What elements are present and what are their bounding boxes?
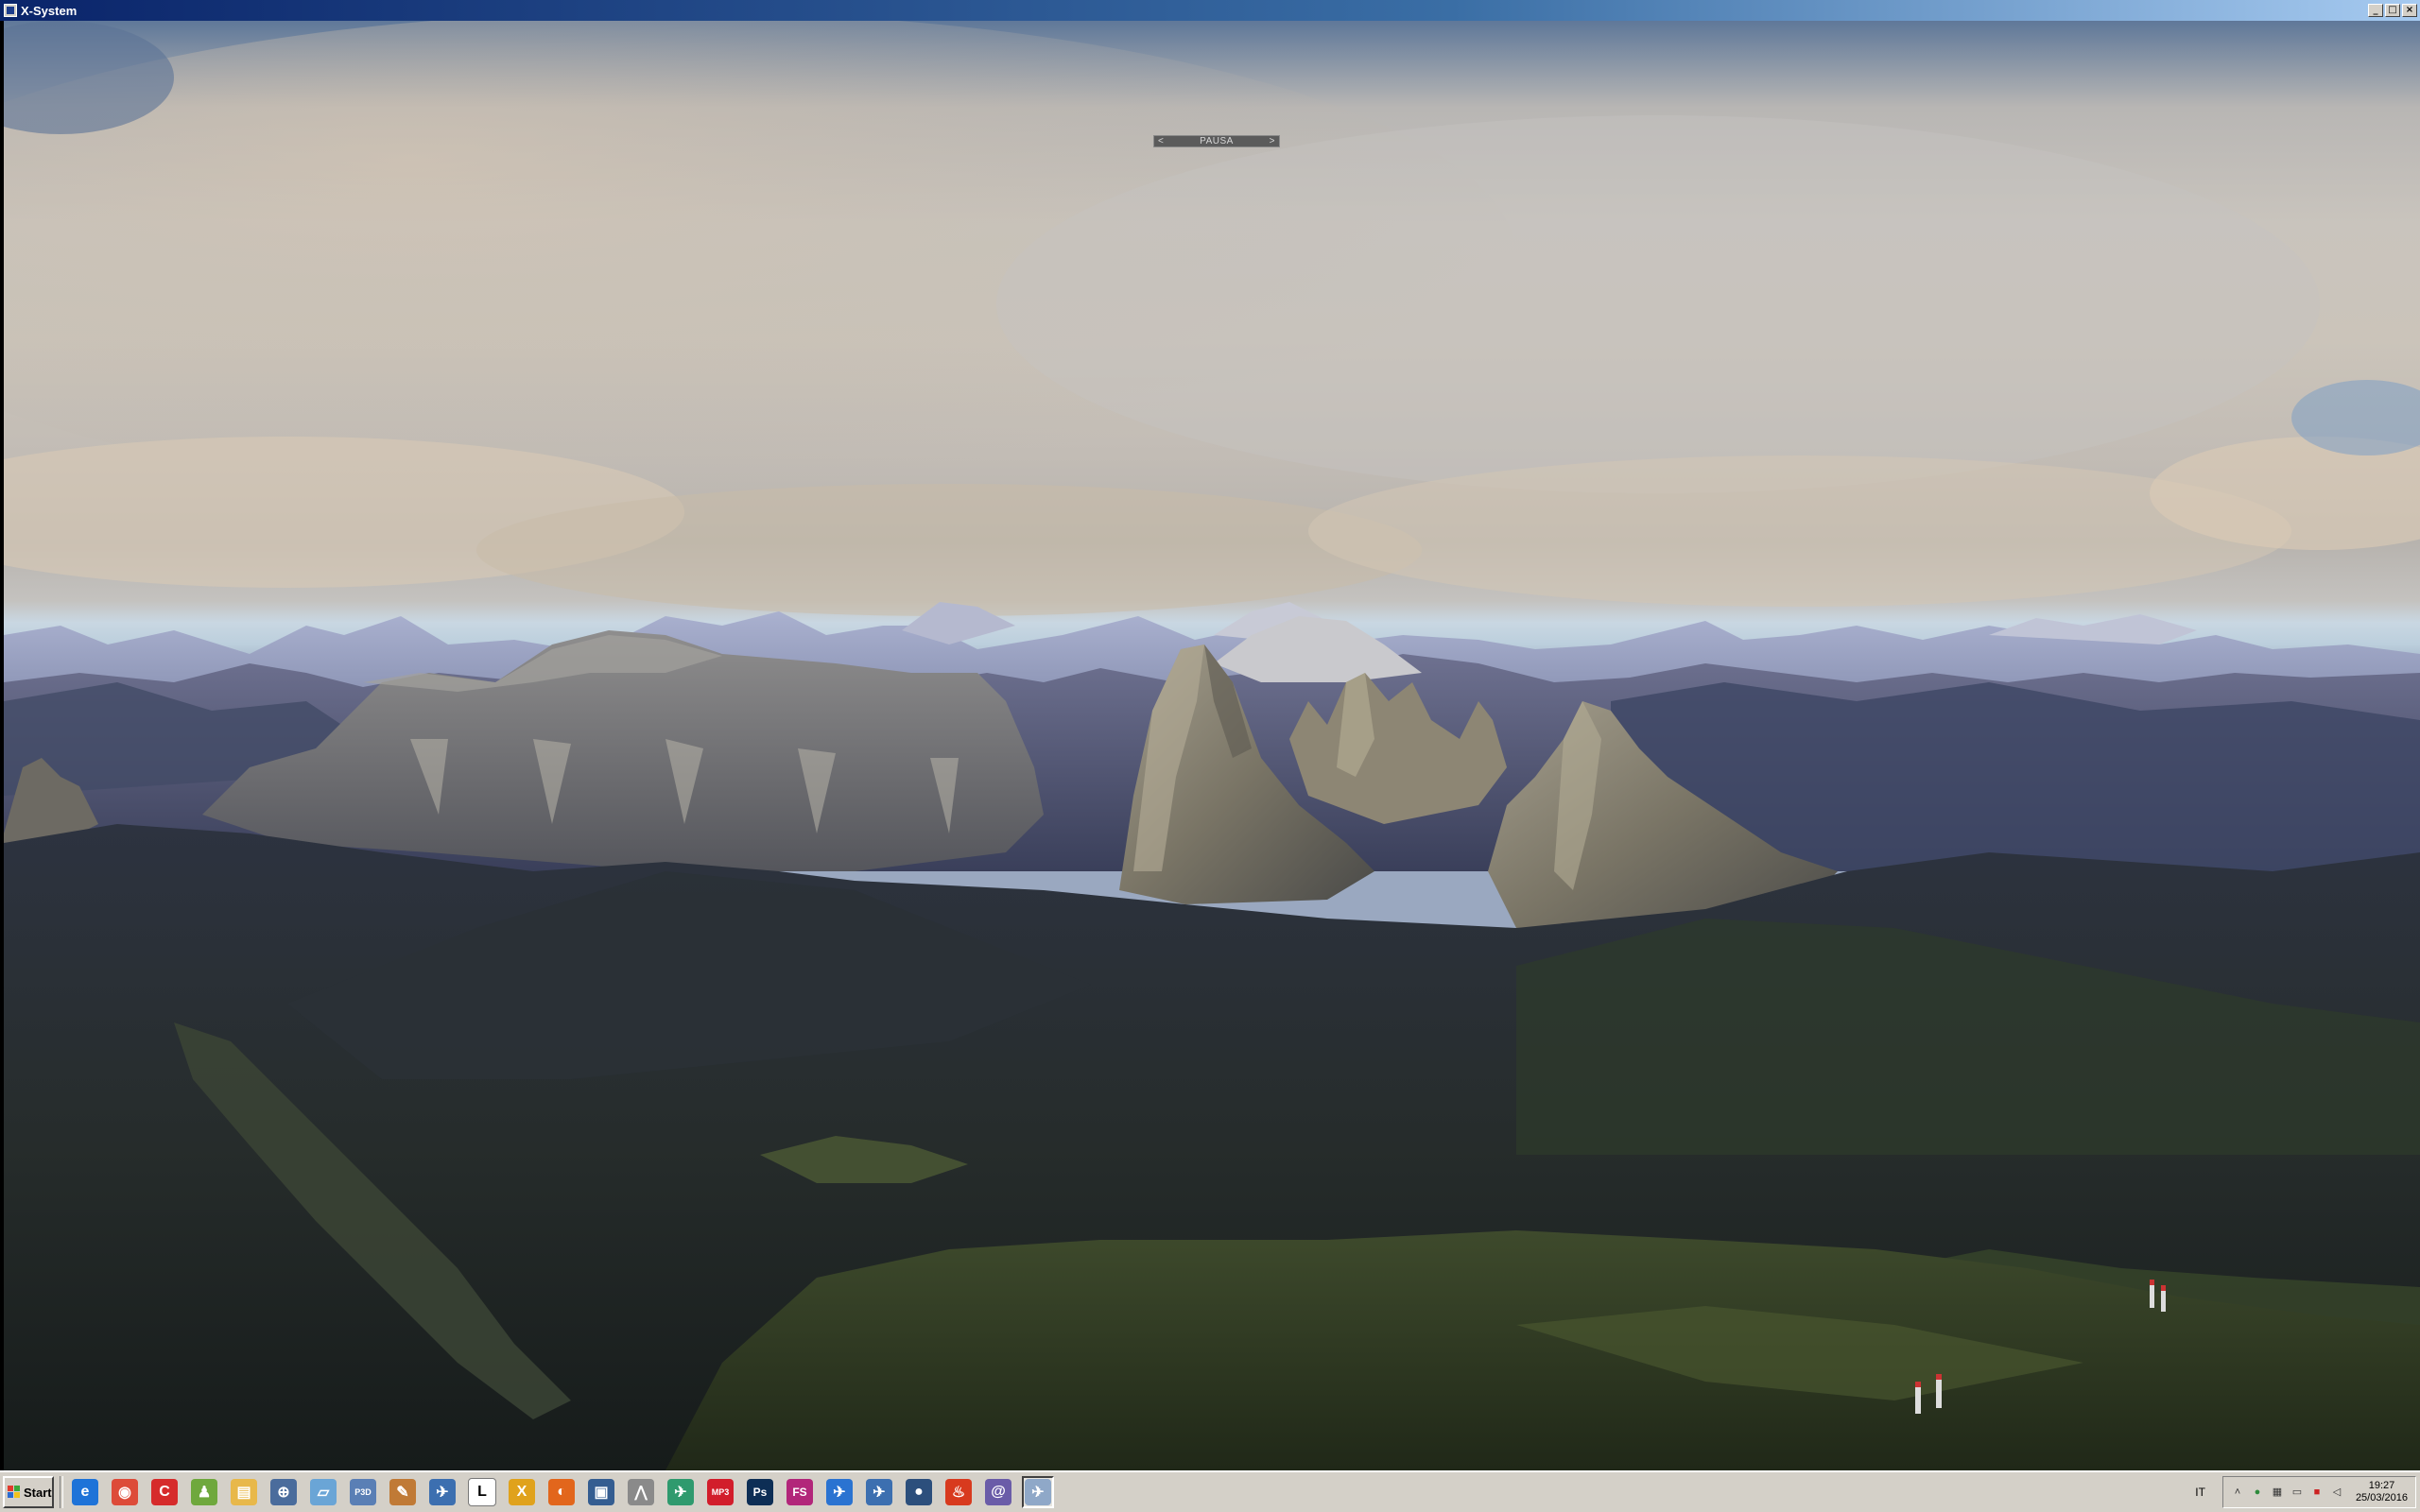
- paint-palette-icon-glyph: ✎: [389, 1479, 416, 1505]
- document-l-icon-glyph: L: [468, 1478, 496, 1506]
- clock-time: 19:27: [2368, 1480, 2395, 1491]
- pause-label: PAUSA: [1200, 136, 1234, 146]
- start-label: Start: [24, 1485, 52, 1500]
- window-title-bar[interactable]: X-System _ □ ×: [0, 0, 2420, 21]
- airplane-blue-icon-glyph: ✈: [826, 1479, 853, 1505]
- network-globe-icon[interactable]: ⊕: [268, 1476, 300, 1508]
- flame-icon[interactable]: ♨: [942, 1476, 975, 1508]
- android-icon-glyph: ♟: [191, 1479, 217, 1505]
- tool-icon-glyph: ⋀: [628, 1479, 654, 1505]
- p3d-icon[interactable]: P3D: [347, 1476, 379, 1508]
- swirl-icon[interactable]: @: [982, 1476, 1014, 1508]
- tray-monitor-icon[interactable]: ▭: [2290, 1486, 2304, 1499]
- mp3-icon[interactable]: MP3: [704, 1476, 736, 1508]
- p3d-icon-glyph: P3D: [350, 1479, 376, 1505]
- chrome-icon[interactable]: ◉: [109, 1476, 141, 1508]
- fs-icon[interactable]: FS: [784, 1476, 816, 1508]
- globe-icon-glyph: ●: [906, 1479, 932, 1505]
- aircraft-folder-2-icon[interactable]: ✈: [863, 1476, 895, 1508]
- quick-launch-bar: e ◉ C ♟ ▤ ⊕ ▱ P3D ✎ ✈ L X ◐ ▣ ⋀ ✈ MP3 Ps FS ✈ ✈ ● ♨ @ ✈: [69, 1476, 1054, 1508]
- plane-green-icon[interactable]: ✈: [665, 1476, 697, 1508]
- clock-date: 25/03/2016: [2355, 1492, 2408, 1503]
- close-button[interactable]: ×: [2402, 4, 2417, 17]
- document-l-icon[interactable]: L: [466, 1476, 498, 1508]
- aircraft-folder-icon[interactable]: ✈: [426, 1476, 458, 1508]
- paint-palette-icon[interactable]: ✎: [387, 1476, 419, 1508]
- photoshop-icon-glyph: Ps: [747, 1479, 773, 1505]
- window-title: X-System: [21, 3, 78, 18]
- internet-explorer-icon-glyph: e: [72, 1479, 98, 1505]
- mp3-icon-glyph: MP3: [707, 1479, 734, 1505]
- fs-icon-glyph: FS: [786, 1479, 813, 1505]
- tray-security-icon[interactable]: ●: [2251, 1486, 2264, 1499]
- firefox-icon[interactable]: ◐: [545, 1476, 578, 1508]
- pause-indicator: < PAUSA >: [1153, 135, 1280, 147]
- flame-icon-glyph: ♨: [945, 1479, 972, 1505]
- globe-icon[interactable]: ●: [903, 1476, 935, 1508]
- taskbar: Start e ◉ C ♟ ▤ ⊕ ▱ P3D ✎ ✈ L X ◐ ▣ ⋀ ✈ MP3 Ps FS ✈ ✈ ● ♨ @ ✈ IT…: [0, 1470, 2420, 1512]
- monitor-icon-glyph: ▣: [588, 1479, 614, 1505]
- tray-alert-icon[interactable]: ■: [2310, 1486, 2324, 1499]
- pause-prev-arrow[interactable]: <: [1158, 136, 1164, 146]
- photoshop-icon[interactable]: Ps: [744, 1476, 776, 1508]
- taskbar-separator: [60, 1476, 63, 1508]
- android-icon[interactable]: ♟: [188, 1476, 220, 1508]
- monitor-icon[interactable]: ▣: [585, 1476, 617, 1508]
- internet-explorer-icon[interactable]: e: [69, 1476, 101, 1508]
- mountain-scene: [4, 21, 2420, 1470]
- simulator-viewport[interactable]: < PAUSA >: [4, 21, 2420, 1470]
- app-icon[interactable]: [4, 4, 17, 17]
- firefox-icon-glyph: ◐: [548, 1479, 575, 1505]
- x-plane-icon-glyph: X: [509, 1479, 535, 1505]
- network-globe-icon-glyph: ⊕: [270, 1479, 297, 1505]
- tray-expand-icon[interactable]: ˄: [2231, 1486, 2244, 1499]
- ccleaner-icon-glyph: C: [151, 1479, 178, 1505]
- notepad-icon-glyph: ▱: [310, 1479, 337, 1505]
- tray-network-icon[interactable]: ▦: [2271, 1486, 2284, 1499]
- maximize-button[interactable]: □: [2385, 4, 2400, 17]
- plane-green-icon-glyph: ✈: [667, 1479, 694, 1505]
- windows-flag-icon: [8, 1486, 21, 1499]
- tray-volume-icon[interactable]: ◁: [2330, 1486, 2343, 1499]
- folder-icon-glyph: ▤: [231, 1479, 257, 1505]
- aircraft-folder-icon-glyph: ✈: [429, 1479, 456, 1505]
- ccleaner-icon[interactable]: C: [148, 1476, 181, 1508]
- start-button[interactable]: Start: [3, 1476, 54, 1508]
- airplane-blue-icon[interactable]: ✈: [823, 1476, 856, 1508]
- minimize-button[interactable]: _: [2368, 4, 2383, 17]
- language-indicator[interactable]: IT: [2195, 1486, 2205, 1499]
- pause-next-arrow[interactable]: >: [1270, 136, 1275, 146]
- x-system-app-icon-glyph: ✈: [1025, 1479, 1051, 1505]
- folder-icon[interactable]: ▤: [228, 1476, 260, 1508]
- system-tray: ˄ ● ▦ ▭ ■ ◁ 19:27 25/03/2016: [2221, 1476, 2416, 1508]
- chrome-icon-glyph: ◉: [112, 1479, 138, 1505]
- taskbar-clock[interactable]: 19:27 25/03/2016: [2356, 1480, 2408, 1504]
- x-system-app-icon[interactable]: ✈: [1022, 1476, 1054, 1508]
- notepad-icon[interactable]: ▱: [307, 1476, 339, 1508]
- aircraft-folder-2-icon-glyph: ✈: [866, 1479, 892, 1505]
- swirl-icon-glyph: @: [985, 1479, 1011, 1505]
- x-plane-icon[interactable]: X: [506, 1476, 538, 1508]
- tool-icon[interactable]: ⋀: [625, 1476, 657, 1508]
